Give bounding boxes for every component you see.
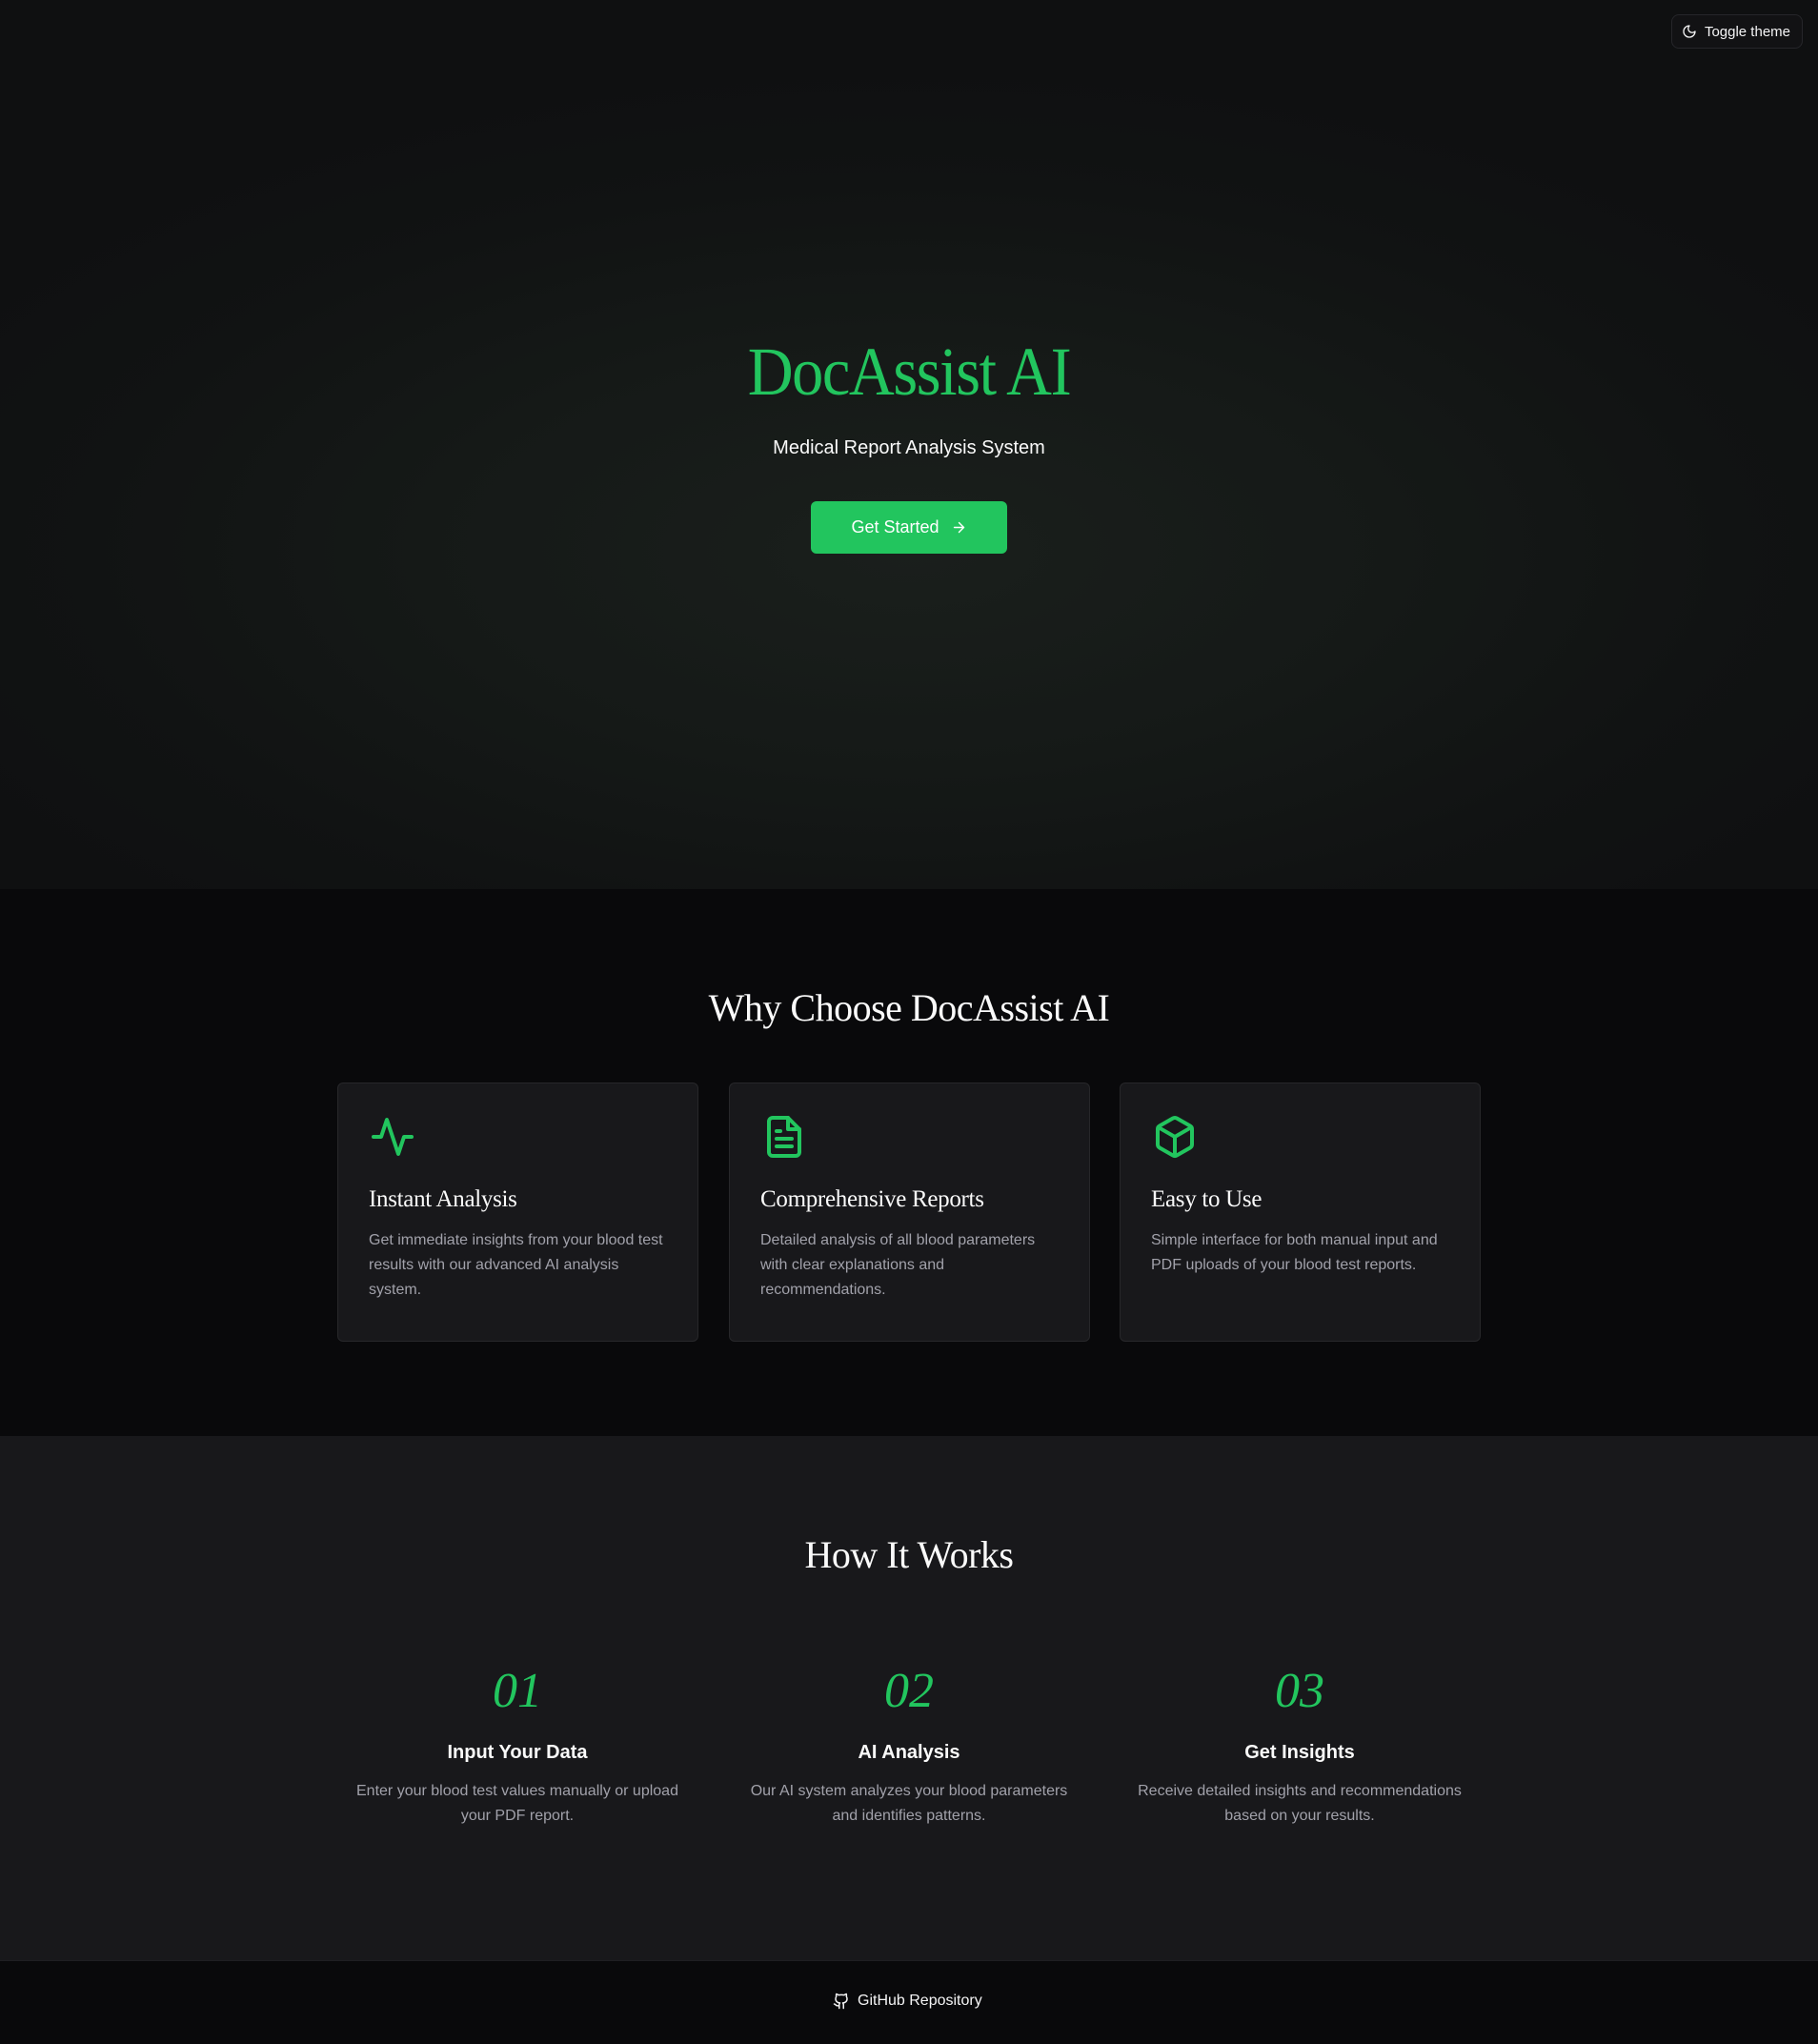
moon-icon: [1682, 24, 1697, 39]
step-description: Enter your blood test values manually or…: [356, 1783, 678, 1824]
feature-card-easy-to-use: Easy to Use Simple interface for both ma…: [1120, 1083, 1481, 1342]
github-repository-label: GitHub Repository: [858, 1993, 982, 2009]
activity-icon: [369, 1114, 667, 1160]
step-description: Our AI system analyzes your blood parame…: [750, 1783, 1068, 1824]
feature-title: Easy to Use: [1151, 1186, 1262, 1212]
arrow-right-icon: [951, 519, 967, 536]
hero-section: DocAssist AI Medical Report Analysis Sys…: [0, 0, 1818, 889]
feature-title: Instant Analysis: [369, 1186, 517, 1212]
feature-description: Detailed analysis of all blood parameter…: [760, 1232, 1036, 1298]
step-description: Receive detailed insights and recommenda…: [1138, 1783, 1462, 1824]
step-item: 02 AI Analysis Our AI system analyzes yo…: [747, 1661, 1071, 1829]
feature-card-instant-analysis: Instant Analysis Get immediate insights …: [337, 1083, 698, 1342]
feature-card-comprehensive-reports: Comprehensive Reports Detailed analysis …: [729, 1083, 1090, 1342]
get-started-label: Get Started: [851, 517, 939, 536]
hero-subtitle: Medical Report Analysis System: [773, 437, 1045, 458]
step-item: 03 Get Insights Receive detailed insight…: [1138, 1661, 1462, 1829]
footer: GitHub Repository: [0, 1960, 1818, 2044]
feature-description: Get immediate insights from your blood t…: [369, 1232, 663, 1298]
features-title: Why Choose DocAssist AI: [708, 986, 1110, 1029]
hero-title: DocAssist AI: [747, 334, 1072, 410]
feature-description: Simple interface for both manual input a…: [1151, 1232, 1438, 1273]
how-it-works-title: How It Works: [804, 1533, 1014, 1576]
step-number: 02: [884, 1664, 934, 1718]
features-section: Why Choose DocAssist AI Instant Analysis…: [0, 889, 1818, 1436]
step-title: Input Your Data: [447, 1742, 588, 1763]
get-started-button[interactable]: Get Started: [811, 501, 1007, 554]
theme-toggle-button[interactable]: Toggle theme: [1670, 14, 1803, 49]
file-text-icon: [760, 1114, 1059, 1160]
step-number: 01: [493, 1664, 542, 1718]
feature-title: Comprehensive Reports: [760, 1186, 984, 1212]
step-title: AI Analysis: [858, 1742, 960, 1763]
how-it-works-section: How It Works 01 Input Your Data Enter yo…: [0, 1436, 1818, 1960]
theme-toggle-label: Toggle theme: [1704, 23, 1790, 40]
github-repository-link[interactable]: GitHub Repository: [833, 1990, 982, 2013]
github-icon: [833, 1993, 850, 2010]
step-item: 01 Input Your Data Enter your blood test…: [355, 1661, 679, 1829]
step-number: 03: [1275, 1664, 1324, 1718]
step-title: Get Insights: [1244, 1742, 1355, 1763]
box-icon: [1151, 1114, 1449, 1160]
